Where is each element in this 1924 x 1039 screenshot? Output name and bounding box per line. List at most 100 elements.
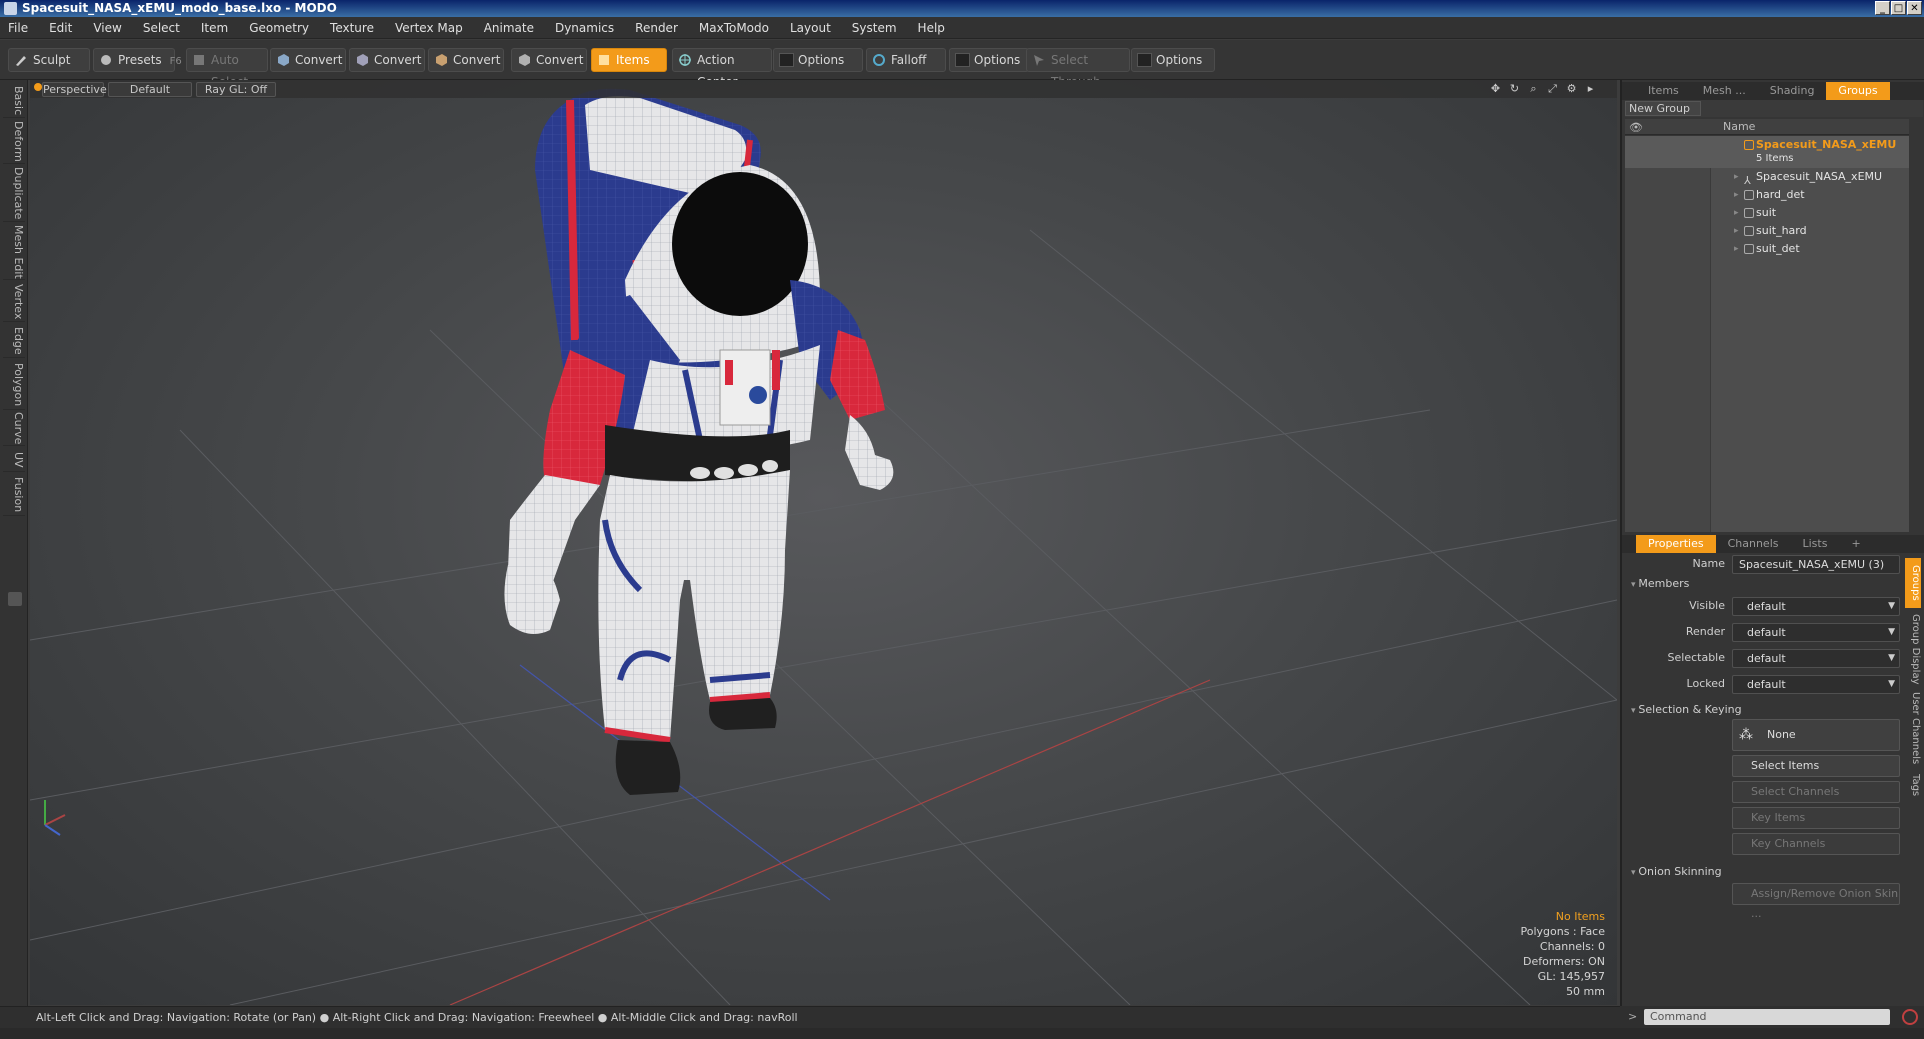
eye-icon[interactable]: 👁	[1629, 121, 1643, 134]
minimize-button[interactable]: _	[1875, 1, 1890, 15]
tab-channels[interactable]: Channels	[1716, 535, 1791, 553]
tab-basic[interactable]: Basic	[3, 84, 25, 118]
properties-tabs: Properties Channels Lists +	[1622, 535, 1924, 553]
menu-vertex-map[interactable]: Vertex Map	[395, 21, 463, 35]
tab-items[interactable]: Items	[1636, 82, 1691, 100]
tab-mesh[interactable]: Mesh ...	[1691, 82, 1758, 100]
select-through-icon	[1034, 55, 1044, 66]
tab-mesh-edit[interactable]: Mesh Edit	[3, 224, 25, 280]
member-row[interactable]: ▸ suit	[1625, 204, 1909, 222]
close-button[interactable]: ✕	[1907, 1, 1922, 15]
menu-maxtomodo[interactable]: MaxToModo	[699, 21, 769, 35]
command-input[interactable]: Command	[1644, 1009, 1890, 1025]
tab-edge[interactable]: Edge	[3, 324, 25, 358]
menu-item[interactable]: Item	[201, 21, 228, 35]
presets-button[interactable]: Presets F6	[93, 48, 182, 72]
options-button-2[interactable]: Options	[949, 48, 1029, 72]
tab-groups[interactable]: Groups	[1826, 82, 1890, 100]
raygl-toggle[interactable]: Ray GL: Off	[196, 82, 276, 97]
convert-button-2[interactable]: Convert	[349, 48, 425, 72]
action-center-button[interactable]: Action Center	[672, 48, 772, 89]
new-group-button[interactable]: New Group	[1625, 101, 1701, 116]
member-row[interactable]: ▸ suit_hard	[1625, 222, 1909, 240]
sidetab-user-channels[interactable]: User Channels	[1905, 690, 1921, 766]
sidetab-groups[interactable]: Groups	[1905, 558, 1921, 608]
menu-help[interactable]: Help	[918, 21, 945, 35]
viewport-options-icon[interactable]	[34, 83, 42, 91]
none-button[interactable]: ⁂ None	[1732, 719, 1900, 751]
options-button-3[interactable]: Options	[1131, 48, 1215, 72]
menu-select[interactable]: Select	[143, 21, 180, 35]
visible-dropdown[interactable]: default ▼	[1732, 597, 1900, 616]
onion-skinning-section[interactable]: Onion Skinning	[1631, 865, 1721, 878]
maximize-button[interactable]: □	[1891, 1, 1906, 15]
right-boot	[709, 698, 777, 730]
members-section[interactable]: Members	[1631, 577, 1689, 590]
chevron-right-icon[interactable]: ▸	[1584, 82, 1597, 95]
sidetab-tags[interactable]: Tags	[1905, 770, 1921, 800]
tab-deform[interactable]: Deform	[3, 120, 25, 164]
selection-keying-section[interactable]: Selection & Keying	[1631, 703, 1741, 716]
member-row[interactable]: ▸ ⅄ Spacesuit_NASA_xEMU	[1625, 168, 1909, 187]
menu-geometry[interactable]: Geometry	[249, 21, 309, 35]
tab-lists[interactable]: Lists	[1791, 535, 1840, 553]
member-row[interactable]: ▸ suit_det	[1625, 240, 1909, 258]
options-checkbox-icon	[779, 53, 794, 67]
menu-file[interactable]: File	[8, 21, 28, 35]
title-bar: Spacesuit_NASA_xEMU_modo_base.lxo - MODO…	[0, 0, 1924, 17]
tab-curve[interactable]: Curve	[3, 412, 25, 446]
key-items-button[interactable]: Key Items	[1732, 807, 1900, 829]
nasa-logo	[749, 386, 767, 404]
convert-button-4[interactable]: Convert	[511, 48, 587, 72]
3d-viewport[interactable]: Perspective Default Ray GL: Off ✥ ↻ ⌕ ⤢ …	[30, 80, 1617, 1005]
command-history-button[interactable]	[1902, 1009, 1918, 1025]
tab-vertex[interactable]: Vertex	[3, 282, 25, 322]
tab-add[interactable]: +	[1839, 535, 1872, 553]
selectable-dropdown[interactable]: default ▼	[1732, 649, 1900, 668]
sculpt-button[interactable]: Sculpt	[8, 48, 90, 72]
menu-layout[interactable]: Layout	[790, 21, 831, 35]
pan-icon[interactable]: ✥	[1489, 82, 1502, 95]
tab-fusion[interactable]: Fusion	[3, 474, 25, 516]
member-row[interactable]: ▸ hard_det	[1625, 186, 1909, 204]
tab-add-button[interactable]	[8, 592, 22, 606]
menu-dynamics[interactable]: Dynamics	[555, 21, 614, 35]
convert-button-3[interactable]: Convert	[428, 48, 504, 72]
menu-render[interactable]: Render	[635, 21, 678, 35]
group-name-field[interactable]: Spacesuit_NASA_xEMU (3)	[1732, 555, 1900, 574]
tab-polygon[interactable]: Polygon	[3, 360, 25, 410]
select-items-button[interactable]: Select Items	[1732, 755, 1900, 777]
assign-onion-skin-button[interactable]: Assign/Remove Onion Skin ...	[1732, 883, 1900, 920]
auto-select-button[interactable]: Auto Select	[186, 48, 268, 89]
view-type-button[interactable]: Perspective	[42, 82, 107, 97]
fit-icon[interactable]: ⤢	[1546, 82, 1559, 95]
convert-button-1[interactable]: Convert	[270, 48, 346, 72]
key-channels-button[interactable]: Key Channels	[1732, 833, 1900, 855]
menu-edit[interactable]: Edit	[49, 21, 72, 35]
rotate-icon[interactable]: ↻	[1508, 82, 1521, 95]
tab-shading[interactable]: Shading	[1758, 82, 1827, 100]
selection-info: No Items	[1555, 910, 1605, 923]
zoom-icon[interactable]: ⌕	[1527, 82, 1540, 95]
options-button-1[interactable]: Options	[773, 48, 863, 72]
name-column-header[interactable]: Name	[1723, 120, 1755, 133]
tab-duplicate[interactable]: Duplicate	[3, 166, 25, 222]
tab-uv[interactable]: UV	[3, 448, 25, 472]
tab-properties[interactable]: Properties	[1636, 535, 1716, 553]
menu-view[interactable]: View	[93, 21, 121, 35]
dots-icon: ⁂	[1739, 727, 1753, 743]
menu-system[interactable]: System	[852, 21, 897, 35]
falloff-button[interactable]: Falloff	[866, 48, 946, 72]
shading-mode-button[interactable]: Default	[108, 82, 192, 97]
render-dropdown[interactable]: default ▼	[1732, 623, 1900, 642]
gear-icon[interactable]: ⚙	[1565, 82, 1578, 95]
menu-texture[interactable]: Texture	[330, 21, 374, 35]
select-through-button[interactable]: Select Through	[1026, 48, 1130, 89]
select-channels-button[interactable]: Select Channels	[1732, 781, 1900, 803]
menu-animate[interactable]: Animate	[484, 21, 534, 35]
groups-tree: Spacesuit_NASA_xEMU 5 Items ▸ ⅄ Spacesuit…	[1625, 136, 1909, 532]
left-boot	[615, 740, 681, 795]
sidetab-group-display[interactable]: Group Display	[1905, 612, 1921, 686]
locked-dropdown[interactable]: default ▼	[1732, 675, 1900, 694]
items-mode-button[interactable]: Items	[591, 48, 667, 72]
